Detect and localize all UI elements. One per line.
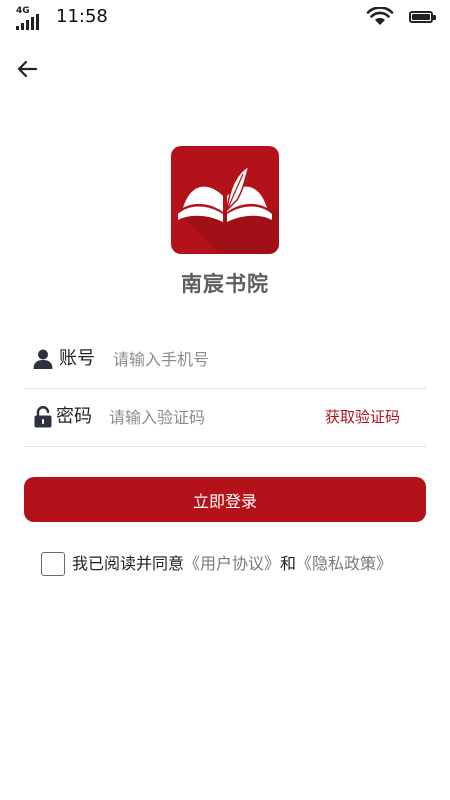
- status-bar: 4G 11:58: [0, 0, 450, 36]
- brand-name: 南宸书院: [181, 272, 269, 296]
- code-label: 密码: [56, 406, 92, 427]
- verification-code-input[interactable]: [109, 402, 309, 432]
- phone-input[interactable]: [113, 344, 413, 374]
- open-book-quill-icon: [178, 164, 279, 254]
- wifi-icon: [366, 6, 394, 27]
- battery-level: [412, 14, 430, 20]
- back-button[interactable]: [12, 54, 42, 84]
- agreement-prefix: 我已阅读并同意: [72, 554, 185, 573]
- battery-icon: [409, 11, 436, 23]
- account-row: 账号: [24, 330, 426, 389]
- privacy-policy-link[interactable]: 《隐私政策》: [296, 554, 392, 573]
- get-code-button[interactable]: 获取验证码: [325, 406, 400, 428]
- account-label: 账号: [59, 348, 95, 369]
- user-icon: [33, 349, 53, 369]
- unlock-icon: [34, 406, 52, 428]
- agreement-text: 我已阅读并同意《用户协议》和《隐私政策》: [72, 553, 392, 575]
- signal-icon: 4G: [16, 6, 42, 30]
- agreement-checkbox[interactable]: [41, 552, 65, 576]
- user-agreement-link[interactable]: 《用户协议》: [184, 554, 280, 573]
- login-button[interactable]: 立即登录: [24, 477, 426, 522]
- status-time: 11:58: [56, 6, 108, 27]
- agreement-and: 和: [280, 554, 297, 573]
- arrow-left-icon: [17, 60, 38, 78]
- app-logo: [171, 146, 279, 254]
- code-row: 密码 获取验证码: [24, 388, 426, 447]
